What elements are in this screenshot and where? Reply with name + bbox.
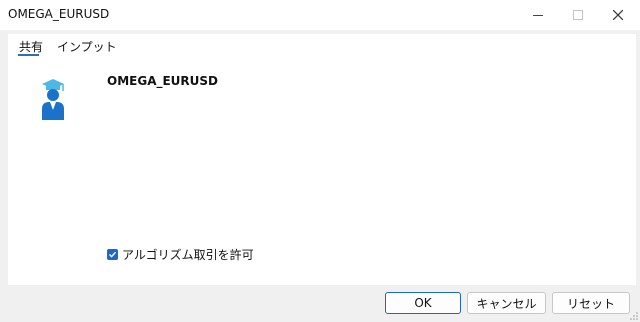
allow-algo-trading-checkbox[interactable] <box>107 249 118 260</box>
tab-common[interactable]: 共有 <box>19 38 43 55</box>
tab-inputs[interactable]: インプット <box>57 38 117 55</box>
expert-advisor-graduate-icon <box>42 79 64 120</box>
minimize-icon <box>533 14 543 16</box>
ok-button[interactable]: OK <box>385 292 461 314</box>
expert-name: OMEGA_EURUSD <box>107 74 219 88</box>
minimize-button[interactable] <box>518 0 558 30</box>
active-tab-indicator <box>18 54 39 56</box>
properties-panel: 共有 インプット OMEGA_EURUSD アルゴリズム取引を許可 <box>8 34 636 285</box>
allow-algo-trading-option[interactable]: アルゴリズム取引を許可 <box>107 246 254 263</box>
close-button[interactable] <box>598 0 638 30</box>
allow-algo-trading-label: アルゴリズム取引を許可 <box>122 248 254 262</box>
close-icon <box>613 10 623 20</box>
maximize-icon <box>573 10 583 20</box>
cancel-button[interactable]: キャンセル <box>467 292 546 314</box>
reset-button[interactable]: リセット <box>552 292 630 314</box>
resize-grip-icon[interactable] <box>630 312 638 320</box>
maximize-button[interactable] <box>558 0 598 30</box>
window-title: OMEGA_EURUSD <box>8 7 110 21</box>
title-bar: OMEGA_EURUSD <box>0 0 640 30</box>
checkmark-icon <box>109 251 117 258</box>
